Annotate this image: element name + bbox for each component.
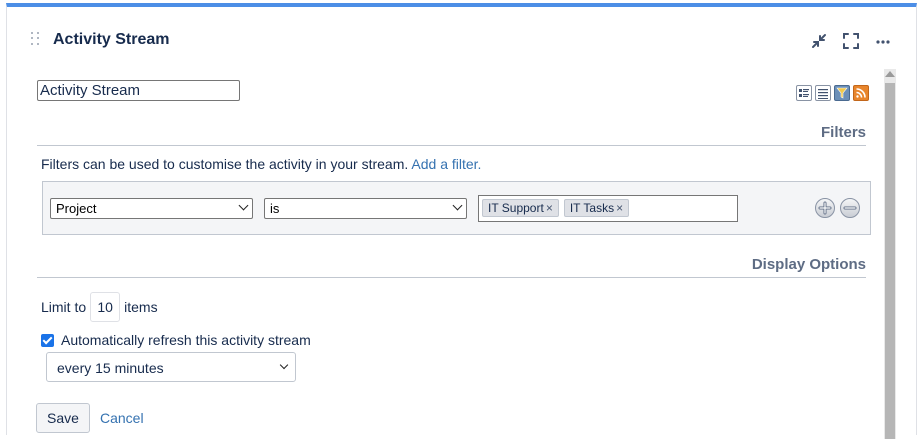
- scrollbar[interactable]: [884, 69, 896, 439]
- view-switcher: [796, 85, 869, 101]
- refresh-interval-value: every 15 minutes: [57, 360, 164, 376]
- gadget-title-field[interactable]: [37, 80, 240, 101]
- filter-values-input[interactable]: IT Support × IT Tasks ×: [478, 195, 738, 222]
- value-chip: IT Support ×: [482, 199, 559, 217]
- activity-stream-gadget: Activity Stream Activity Stream Filters …: [6, 3, 917, 439]
- remove-filter-row-button[interactable]: [840, 198, 860, 218]
- auto-refresh-label: Automatically refresh this activity stre…: [61, 332, 311, 348]
- rss-icon[interactable]: [853, 85, 869, 101]
- auto-refresh-row: Automatically refresh this activity stre…: [41, 332, 311, 348]
- chevron-down-icon: [279, 360, 289, 370]
- add-filter-link[interactable]: Add a filter.: [411, 156, 481, 172]
- filter-view-icon[interactable]: [834, 85, 850, 101]
- full-view-icon[interactable]: [796, 85, 812, 101]
- divider: [37, 145, 866, 146]
- value-chip-label: IT Tasks: [569, 201, 615, 215]
- scrollbar-thumb[interactable]: [885, 83, 895, 439]
- list-view-icon[interactable]: [815, 85, 831, 101]
- chevron-down-icon: [452, 200, 463, 211]
- cancel-link[interactable]: Cancel: [100, 410, 144, 426]
- save-button[interactable]: Save: [36, 403, 90, 433]
- filter-field-select[interactable]: Project: [50, 198, 253, 219]
- more-icon[interactable]: [873, 31, 893, 51]
- filter-field-value: Project: [56, 201, 97, 216]
- filters-description-text: Filters can be used to customise the act…: [41, 156, 409, 172]
- value-chip: IT Tasks ×: [563, 199, 630, 217]
- limit-suffix: items: [124, 299, 158, 315]
- divider: [37, 277, 866, 278]
- drag-handle-icon[interactable]: [31, 32, 41, 46]
- add-filter-row-button[interactable]: [815, 198, 835, 218]
- refresh-interval-select[interactable]: every 15 minutes: [46, 352, 296, 382]
- limit-input[interactable]: 10: [90, 292, 121, 322]
- display-options-heading: Display Options: [751, 256, 866, 273]
- remove-chip-icon[interactable]: ×: [546, 201, 553, 215]
- filter-row: Project is IT Support × IT Tasks ×: [42, 181, 871, 235]
- filters-description: Filters can be used to customise the act…: [41, 156, 481, 172]
- chevron-down-icon: [238, 200, 249, 211]
- fullscreen-icon[interactable]: [841, 31, 861, 51]
- filter-operator-select[interactable]: is: [264, 198, 467, 219]
- auto-refresh-checkbox[interactable]: [41, 333, 54, 347]
- remove-chip-icon[interactable]: ×: [616, 201, 623, 215]
- filter-operator-value: is: [270, 201, 280, 216]
- filters-heading: Filters: [820, 124, 866, 141]
- minimize-icon[interactable]: [809, 31, 829, 51]
- limit-row: Limit to 10 items: [41, 292, 158, 322]
- limit-prefix: Limit to: [41, 299, 87, 315]
- gadget-title: Activity Stream: [53, 31, 170, 48]
- value-chip-label: IT Support: [488, 201, 544, 215]
- scroll-up-arrow-icon[interactable]: [885, 71, 895, 77]
